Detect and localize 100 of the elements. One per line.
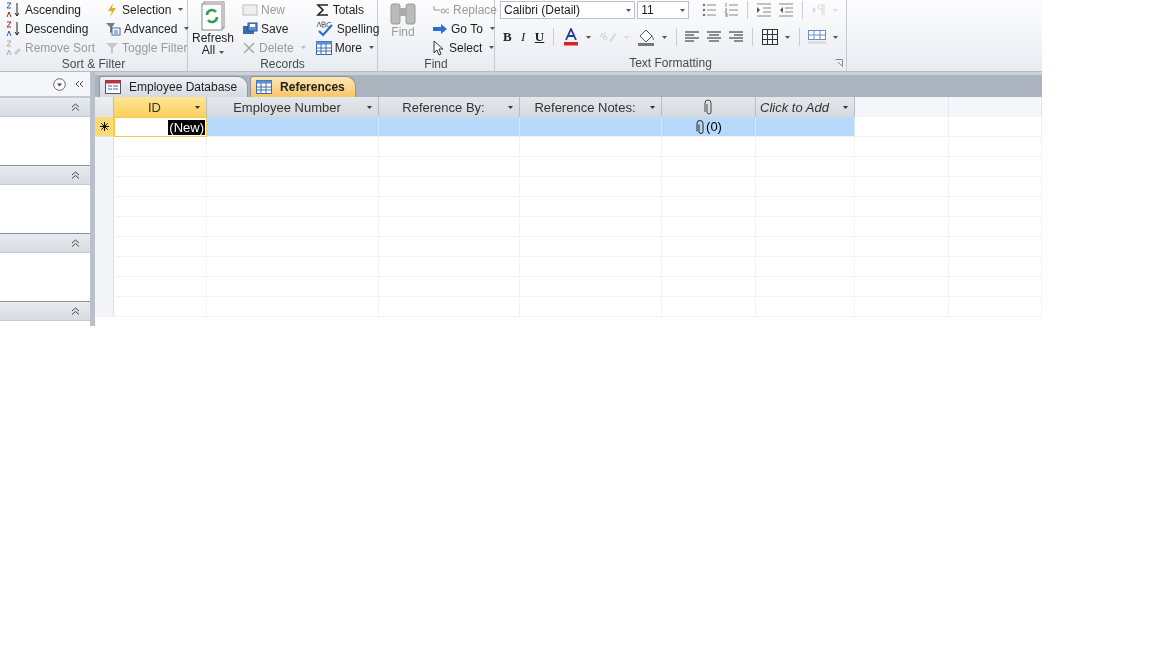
spelling-button[interactable]: Spelling xyxy=(313,19,382,38)
nav-section-header[interactable] xyxy=(0,98,90,117)
increase-indent-icon xyxy=(757,3,771,17)
numbering-button[interactable] xyxy=(721,0,741,20)
descending-button[interactable]: Descending xyxy=(4,19,98,38)
table-cell[interactable] xyxy=(756,117,855,137)
more-button[interactable]: More xyxy=(313,38,382,57)
table-cell[interactable] xyxy=(207,117,379,137)
font-size-dropdown[interactable]: 11 xyxy=(637,1,689,19)
ascending-button[interactable]: Ascending xyxy=(4,0,98,19)
collapse-chevron-icon xyxy=(71,171,80,179)
caret-icon xyxy=(219,51,225,54)
group-label: Records xyxy=(260,57,305,71)
table-cell[interactable]: (0) xyxy=(662,117,756,137)
row-selector[interactable] xyxy=(95,117,114,137)
nav-section-header[interactable] xyxy=(0,302,90,321)
nav-section-header[interactable] xyxy=(0,166,90,185)
advanced-button[interactable]: Advanced xyxy=(103,19,192,38)
align-center-icon xyxy=(707,31,722,43)
italic-button[interactable]: I xyxy=(516,27,530,47)
empty-cell[interactable] xyxy=(949,117,1042,137)
attachment-count: (0) xyxy=(706,119,722,134)
numbered-list-icon xyxy=(724,3,738,17)
spelling-check-icon xyxy=(315,20,334,37)
align-right-icon xyxy=(729,31,744,43)
column-header[interactable]: Click to Add xyxy=(756,97,855,117)
caret-icon xyxy=(508,105,513,109)
paperclip-icon xyxy=(695,119,706,134)
caret-icon xyxy=(650,105,655,109)
underline-button[interactable]: U xyxy=(531,27,548,47)
collapse-chevron-icon xyxy=(71,307,80,315)
totals-button[interactable]: Totals xyxy=(313,0,382,19)
collapse-pane-icon xyxy=(75,80,84,88)
goto-button[interactable]: Go To xyxy=(430,19,500,38)
clear-sort-icon xyxy=(6,39,22,56)
highlighter-icon xyxy=(598,30,617,44)
empty-cell[interactable] xyxy=(662,137,756,157)
gridlines-icon xyxy=(761,29,778,45)
column-header[interactable]: Reference By: xyxy=(379,97,520,117)
table-cell[interactable]: (New) xyxy=(114,117,207,137)
sort-ascending-icon xyxy=(6,1,22,18)
caret-icon xyxy=(661,35,667,39)
replace-icon xyxy=(432,3,450,16)
bold-button[interactable]: B xyxy=(500,27,515,47)
dropdown-circle-icon xyxy=(53,77,66,91)
funnel-icon xyxy=(105,40,120,55)
caret-icon xyxy=(489,27,495,30)
caret-icon xyxy=(369,46,375,49)
empty-cell[interactable] xyxy=(379,137,520,157)
align-left-icon xyxy=(685,31,700,43)
column-header[interactable] xyxy=(662,97,756,117)
alternate-row-color-icon xyxy=(808,30,827,44)
document-tab[interactable]: References xyxy=(250,76,356,97)
group-label: Text Formatting xyxy=(629,56,712,71)
column-header[interactable]: ID xyxy=(114,97,207,117)
refresh-button[interactable]: Refresh All xyxy=(192,0,234,56)
nav-section-header[interactable] xyxy=(0,234,90,253)
document-tab[interactable]: Employee Database xyxy=(99,76,249,97)
caret-icon xyxy=(195,105,200,109)
font-name-dropdown[interactable]: Calibri (Detail) xyxy=(500,1,636,19)
sigma-icon xyxy=(315,2,330,17)
right-arrow-icon xyxy=(432,22,448,35)
empty-cell[interactable] xyxy=(207,137,379,157)
text-direction-icon xyxy=(812,3,826,17)
column-header[interactable]: Reference Notes: xyxy=(520,97,662,117)
caret-icon xyxy=(585,35,591,39)
caret-icon xyxy=(843,105,848,109)
caret-icon xyxy=(680,8,685,12)
caret-icon xyxy=(300,46,306,49)
save-button[interactable]: Save xyxy=(240,19,308,38)
form-icon xyxy=(105,80,121,94)
save-icon xyxy=(242,21,258,36)
cell-value: (New) xyxy=(168,119,205,135)
empty-cell[interactable] xyxy=(520,137,662,157)
bulleted-list-icon xyxy=(702,3,716,17)
delete-icon xyxy=(242,40,256,55)
collapse-chevron-icon xyxy=(71,103,80,111)
table-cell[interactable] xyxy=(520,117,662,137)
caret-icon xyxy=(184,27,190,30)
column-header[interactable]: Employee Number xyxy=(207,97,379,117)
font-color-icon xyxy=(562,28,579,46)
caret-icon xyxy=(784,35,790,39)
group-label: Sort & Filter xyxy=(61,57,126,71)
table-cell[interactable] xyxy=(379,117,520,137)
caret-icon xyxy=(833,35,839,39)
outdent-button[interactable] xyxy=(776,0,796,20)
empty-cell[interactable] xyxy=(756,137,855,157)
table-grid-icon xyxy=(315,40,332,55)
sort-descending-icon xyxy=(6,20,22,37)
decrease-indent-icon xyxy=(779,3,793,17)
empty-cell[interactable] xyxy=(855,137,949,157)
cursor-icon xyxy=(432,39,446,56)
indent-button[interactable] xyxy=(754,0,774,20)
select-button[interactable]: Select xyxy=(430,38,500,57)
collapse-chevron-icon xyxy=(71,239,80,247)
filter-options-icon xyxy=(105,20,122,37)
table-icon xyxy=(256,80,273,94)
paint-bucket-icon xyxy=(636,28,655,46)
caret-icon xyxy=(626,8,632,12)
selection-button[interactable]: Selection xyxy=(103,0,192,19)
